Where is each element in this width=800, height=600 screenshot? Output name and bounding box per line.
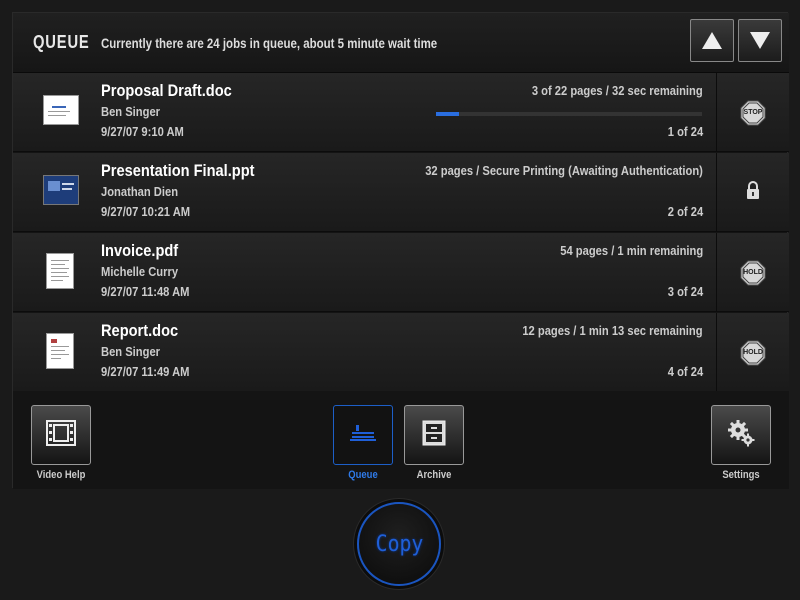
job-name: Report.doc — [101, 321, 179, 340]
job-row[interactable]: Proposal Draft.doc Ben Singer 9/27/07 9:… — [13, 73, 789, 152]
stop-button-label: STOP — [743, 109, 763, 116]
lock-icon[interactable] — [745, 180, 761, 205]
job-progress-bar — [436, 112, 702, 116]
settings-button[interactable] — [711, 405, 771, 465]
hold-sign-icon[interactable]: HOLD — [740, 260, 766, 286]
arrow-up-icon — [702, 32, 722, 49]
job-name: Presentation Final.ppt — [101, 161, 255, 180]
job-row[interactable]: Report.doc Ben Singer 9/27/07 11:49 AM 1… — [13, 313, 789, 392]
job-row[interactable]: Invoice.pdf Michelle Curry 9/27/07 11:48… — [13, 233, 789, 312]
job-queue-position: 4 of 24 — [667, 364, 703, 379]
queue-tab-label: Queue — [348, 469, 378, 481]
queue-tab-button[interactable] — [333, 405, 393, 465]
job-owner: Jonathan Dien — [101, 184, 179, 199]
hold-sign-icon[interactable]: HOLD — [740, 340, 766, 366]
job-queue-position: 3 of 24 — [667, 284, 703, 299]
stop-sign-icon[interactable]: STOP — [740, 100, 766, 126]
job-list: Proposal Draft.doc Ben Singer 9/27/07 9:… — [13, 73, 789, 392]
film-strip-icon — [46, 419, 76, 451]
job-name: Proposal Draft.doc — [101, 81, 232, 100]
file-cabinet-icon — [422, 420, 446, 451]
scroll-down-button[interactable] — [738, 19, 782, 62]
video-help-button[interactable] — [31, 405, 91, 465]
job-owner: Ben Singer — [101, 104, 161, 119]
job-date: 9/27/07 11:49 AM — [101, 364, 190, 379]
job-action-cell: HOLD — [716, 313, 789, 392]
job-queue-position: 2 of 24 — [667, 204, 703, 219]
job-date: 9/27/07 11:48 AM — [101, 284, 190, 299]
page-title: QUEUE — [33, 32, 90, 52]
job-detail: 12 pages / 1 min 13 sec remaining — [522, 323, 703, 338]
queue-panel: QUEUE Currently there are 24 jobs in que… — [12, 12, 789, 489]
settings-label: Settings — [722, 469, 760, 481]
job-detail: 3 of 22 pages / 32 sec remaining — [532, 83, 703, 98]
job-name: Invoice.pdf — [101, 241, 179, 260]
job-queue-position: 1 of 24 — [667, 124, 703, 139]
document-thumbnail-icon — [43, 95, 79, 125]
archive-tab-button[interactable] — [404, 405, 464, 465]
gear-icon — [726, 418, 756, 453]
job-owner: Michelle Curry — [101, 264, 179, 279]
job-action-cell — [716, 153, 789, 232]
job-detail: 32 pages / Secure Printing (Awaiting Aut… — [425, 163, 703, 178]
document-thumbnail-icon — [46, 253, 74, 289]
copy-button-label: Copy — [375, 531, 423, 557]
hold-button-label: HOLD — [743, 349, 763, 356]
job-detail: 54 pages / 1 min remaining — [560, 243, 703, 258]
archive-tab-label: Archive — [416, 469, 452, 481]
scroll-up-button[interactable] — [690, 19, 734, 62]
job-action-cell: HOLD — [716, 233, 789, 312]
document-thumbnail-icon — [46, 333, 74, 369]
queue-status-text: Currently there are 24 jobs in queue, ab… — [101, 35, 438, 51]
presentation-thumbnail-icon — [43, 175, 79, 205]
hold-button-label: HOLD — [743, 269, 763, 276]
video-help-label: Video Help — [36, 469, 86, 481]
job-owner: Ben Singer — [101, 344, 161, 359]
arrow-down-icon — [750, 32, 770, 49]
copy-button[interactable]: Copy — [357, 502, 441, 586]
job-date: 9/27/07 10:21 AM — [101, 204, 191, 219]
job-date: 9/27/07 9:10 AM — [101, 124, 184, 139]
job-progress-fill — [436, 112, 459, 116]
job-action-cell: STOP — [716, 73, 789, 152]
queue-stack-icon — [350, 424, 376, 447]
queue-header: QUEUE Currently there are 24 jobs in que… — [13, 13, 789, 73]
bottom-toolbar: Video Help Queue Archive Settings — [13, 391, 789, 489]
job-row[interactable]: Presentation Final.ppt Jonathan Dien 9/2… — [13, 153, 789, 232]
